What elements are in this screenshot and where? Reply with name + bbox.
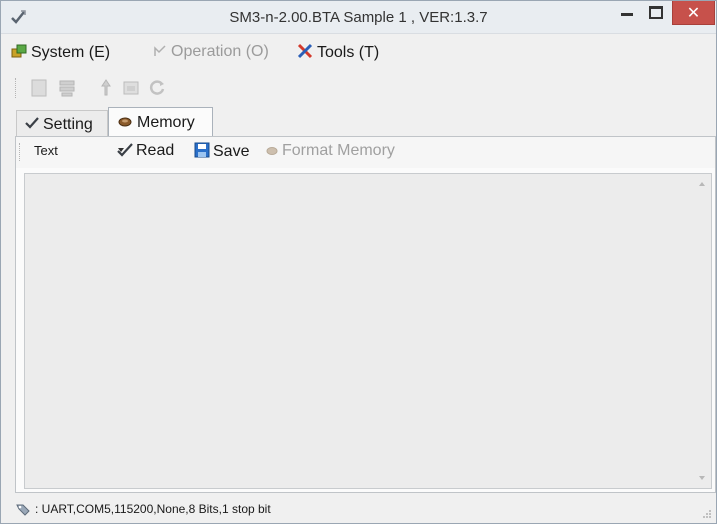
minimize-button[interactable] xyxy=(614,1,640,25)
status-text: : UART,COM5,115200,None,8 Bits,1 stop bi… xyxy=(35,502,271,516)
window-title: SM3-n-2.00.BTA Sample 1 , VER:1.3.7 xyxy=(229,9,488,26)
tab-setting[interactable]: Setting xyxy=(16,110,108,138)
save-button[interactable]: Save xyxy=(194,142,249,161)
menu-tools[interactable]: Tools (T) xyxy=(297,43,379,62)
menu-bar: System (E) Operation (O) Tools (T) xyxy=(1,39,716,65)
document-icon[interactable] xyxy=(29,78,49,98)
tab-memory[interactable]: Memory xyxy=(108,107,213,138)
menu-system-label: System (E) xyxy=(31,44,111,61)
app-window: SM3-n-2.00.BTA Sample 1 , VER:1.3.7 ✕ Sy… xyxy=(0,0,717,524)
connection-icon xyxy=(16,504,30,516)
close-button[interactable]: ✕ xyxy=(672,1,715,25)
title-bar: SM3-n-2.00.BTA Sample 1 , VER:1.3.7 ✕ xyxy=(1,1,716,34)
window-icon[interactable] xyxy=(121,78,141,98)
maximize-button[interactable] xyxy=(642,1,668,25)
pin-icon[interactable] xyxy=(96,78,116,98)
read-button[interactable]: Read xyxy=(117,142,174,160)
tab-strip: Setting Memory xyxy=(1,107,716,138)
read-icon xyxy=(117,143,133,157)
tab-memory-label: Memory xyxy=(137,114,195,131)
format-memory-label: Format Memory xyxy=(282,142,395,159)
refresh-icon[interactable] xyxy=(147,78,167,98)
format-select[interactable]: Text xyxy=(34,143,124,158)
menu-operation[interactable]: Operation (O) xyxy=(153,43,269,61)
operation-icon xyxy=(154,45,166,56)
format-memory-button[interactable]: Format Memory xyxy=(265,142,395,160)
tree-icon[interactable] xyxy=(57,78,77,98)
scroll-down-icon[interactable] xyxy=(699,476,705,480)
toolbar-grip[interactable] xyxy=(15,78,18,98)
main-toolbar xyxy=(1,72,716,102)
memory-icon xyxy=(118,117,132,127)
save-label: Save xyxy=(213,143,250,160)
memory-content-area[interactable] xyxy=(24,173,712,489)
tools-icon xyxy=(297,43,313,59)
resize-grip-icon[interactable] xyxy=(702,509,712,519)
format-memory-icon xyxy=(266,147,278,155)
memory-toolbar-grip[interactable] xyxy=(19,143,22,161)
scroll-up-icon[interactable] xyxy=(699,182,705,186)
close-icon: ✕ xyxy=(686,5,701,22)
format-select-value: Text xyxy=(34,143,58,158)
status-bar: : UART,COM5,115200,None,8 Bits,1 stop bi… xyxy=(1,496,716,523)
system-icon xyxy=(11,44,27,58)
menu-operation-label: Operation (O) xyxy=(171,43,269,60)
memory-toolbar: Text Read Save Format Memory xyxy=(16,137,715,168)
checkmark-icon xyxy=(25,117,39,129)
menu-tools-label: Tools (T) xyxy=(317,44,380,61)
memory-panel: Text Read Save Format Memory xyxy=(15,136,716,493)
menu-system[interactable]: System (E) xyxy=(11,43,110,62)
tab-setting-label: Setting xyxy=(43,116,93,133)
save-icon xyxy=(194,142,210,158)
read-label: Read xyxy=(136,142,175,159)
